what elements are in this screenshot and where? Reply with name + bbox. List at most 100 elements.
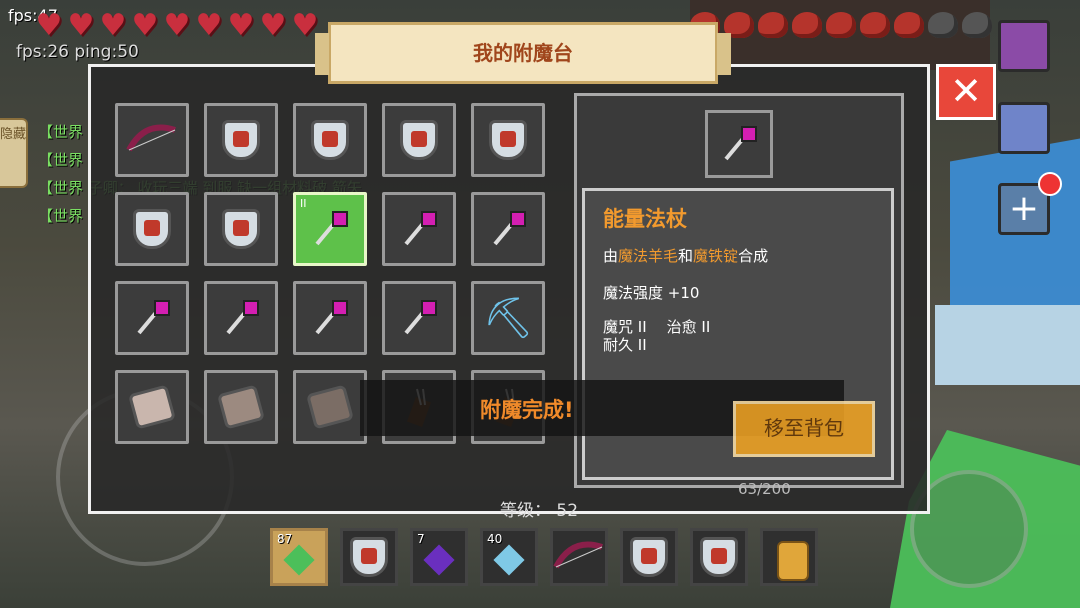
fps-ping-readout: fps:26 ping:50 [16, 42, 139, 62]
item-recipe: 由魔法羊毛和魔铁锭合成 [603, 245, 768, 266]
close-icon: ✕ [950, 69, 982, 113]
inventory-slot[interactable] [293, 370, 367, 444]
inventory-slot[interactable] [204, 370, 278, 444]
food-icon [894, 12, 924, 38]
heart-icon: ♥ [35, 8, 63, 43]
inventory-slot[interactable] [471, 103, 545, 177]
staff-icon [226, 300, 259, 335]
inventory-slot[interactable] [115, 281, 189, 355]
bow-icon [126, 124, 176, 152]
food-icon [928, 12, 958, 38]
pickaxe-icon: ⛏ [482, 295, 534, 342]
heart-icon: ♥ [99, 8, 127, 43]
staff-icon [315, 300, 348, 335]
close-button[interactable]: ✕ [936, 64, 996, 120]
health-bar: ♥ ♥ ♥ ♥ ♥ ♥ ♥ ♥ ♥ [34, 8, 320, 43]
shield-icon [400, 120, 438, 160]
green-crystal-icon [283, 544, 315, 576]
shop-button[interactable] [998, 20, 1050, 72]
inventory-slot[interactable] [204, 192, 278, 266]
inventory-slot[interactable] [115, 370, 189, 444]
heart-icon: ♥ [259, 8, 287, 43]
inventory-slot[interactable] [204, 281, 278, 355]
recipe-ingredient-a: 魔法羊毛 [618, 247, 679, 265]
staff-icon [315, 211, 348, 246]
hotbar-slot[interactable] [760, 528, 818, 586]
toast-message: 附魔完成! [480, 398, 574, 422]
food-icon [758, 12, 788, 38]
enchant-heal: 治愈 II [666, 318, 711, 336]
inventory-slot[interactable]: II [293, 192, 367, 266]
heart-icon: ♥ [131, 8, 159, 43]
staff-icon [137, 300, 170, 335]
shield-icon [700, 537, 738, 577]
plate-icon [128, 384, 176, 430]
heart-icon: ♥ [67, 8, 95, 43]
shield-icon [489, 120, 527, 160]
inventory-slot[interactable] [293, 281, 367, 355]
capacity-count: 63/200 [738, 480, 791, 498]
chat-button[interactable] [998, 102, 1050, 154]
heart-icon: ♥ [195, 8, 223, 43]
shield-icon [133, 209, 171, 249]
item-name: 能量法杖 [603, 207, 687, 231]
shield-icon [222, 209, 260, 249]
inventory-slot[interactable] [471, 192, 545, 266]
hotbar-slot[interactable] [690, 528, 748, 586]
hunger-bar [690, 12, 992, 38]
item-magic-power: 魔法强度 +10 [603, 284, 700, 302]
staff-icon [724, 126, 757, 161]
blue-crystal-icon [493, 544, 525, 576]
enchant-curse: 魔咒 II [603, 318, 647, 336]
backpack-icon [777, 541, 809, 581]
hotbar-slot[interactable] [340, 528, 398, 586]
hotbar-slot[interactable] [620, 528, 678, 586]
hotbar-count: 87 [277, 532, 293, 546]
recipe-ingredient-b: 魔铁锭 [693, 247, 739, 265]
plate-icon [306, 384, 354, 430]
bow-icon [553, 541, 603, 569]
heart-icon: ♥ [163, 8, 191, 43]
food-icon [792, 12, 822, 38]
background-blue-crystal [950, 138, 1080, 332]
food-icon [860, 12, 890, 38]
move-to-backpack-button[interactable]: 移至背包 [733, 401, 875, 457]
item-enchantments: 魔咒 II 治愈 II 耐久 II [603, 318, 730, 354]
hotbar-count: 7 [417, 532, 425, 546]
shield-icon [311, 120, 349, 160]
inventory-slot[interactable] [382, 192, 456, 266]
inventory-slot[interactable] [382, 103, 456, 177]
food-icon [962, 12, 992, 38]
hide-chat-tab[interactable]: 隐藏 [0, 118, 28, 188]
recipe-and: 和 [678, 247, 694, 265]
heart-icon: ♥ [227, 8, 255, 43]
hotbar-count: 40 [487, 532, 503, 546]
dialog-title: 我的附魔台 [315, 22, 731, 84]
inventory-slot[interactable]: ⛏ [471, 281, 545, 355]
hotbar-slot[interactable]: 7 [410, 528, 468, 586]
staff-icon [404, 211, 437, 246]
shield-icon [350, 537, 388, 577]
hotbar-slot[interactable]: 40 [480, 528, 538, 586]
inventory-slot[interactable] [382, 281, 456, 355]
inventory-slot[interactable] [115, 103, 189, 177]
enchant-durability: 耐久 II [603, 336, 647, 354]
shield-icon [630, 537, 668, 577]
purple-crystal-icon [423, 544, 455, 576]
slot-level: II [300, 197, 307, 210]
hotbar-slot[interactable] [550, 528, 608, 586]
hotbar-slot[interactable]: 87 [270, 528, 328, 586]
recipe-prefix: 由 [603, 247, 619, 265]
inventory-slot[interactable] [293, 103, 367, 177]
level-label: 等级： 52 [500, 501, 579, 521]
detail-item-icon [705, 110, 773, 178]
inventory-slot[interactable] [115, 192, 189, 266]
shield-icon [222, 120, 260, 160]
inventory-slot[interactable] [204, 103, 278, 177]
staff-icon [493, 211, 526, 246]
notification-dot [1038, 172, 1062, 196]
background-pedestal [935, 305, 1080, 385]
plate-icon [217, 384, 265, 430]
staff-icon [404, 300, 437, 335]
food-icon [826, 12, 856, 38]
